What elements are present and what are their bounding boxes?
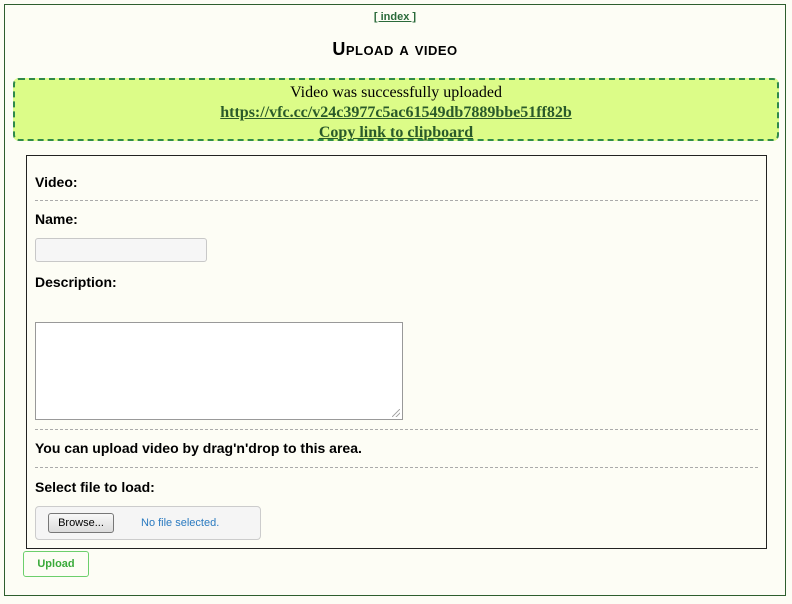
video-link[interactable]: https://vfc.cc/v24c3977c5ac61549db7889bb… [15,103,777,123]
divider [35,429,758,430]
resize-grip-icon[interactable] [392,409,400,417]
drag-drop-hint: You can upload video by drag'n'drop to t… [35,440,362,456]
name-input[interactable] [35,238,207,262]
description-label: Description: [35,274,117,290]
page-frame: [ index ] Upload a video Video was succe… [4,4,786,596]
file-status: No file selected. [141,517,220,529]
index-link[interactable]: [ index ] [374,11,416,23]
name-label: Name: [35,211,78,227]
video-label: Video: [35,174,78,190]
description-textarea[interactable] [35,322,403,420]
file-input[interactable]: Browse... No file selected. [35,506,261,540]
index-nav: [ index ] [5,11,785,23]
success-message: Video was successfully uploaded [290,84,502,101]
upload-form[interactable]: Video: Name: Description: You can upload… [26,155,767,549]
page-title: Upload a video [332,39,458,59]
divider [35,200,758,201]
copy-link-button[interactable]: Copy link to clipboard [15,123,777,143]
divider [35,467,758,468]
success-banner: Video was successfully uploaded https://… [13,78,779,141]
file-label: Select file to load: [35,479,155,495]
browse-button[interactable]: Browse... [48,513,114,533]
upload-button[interactable]: Upload [23,551,89,577]
